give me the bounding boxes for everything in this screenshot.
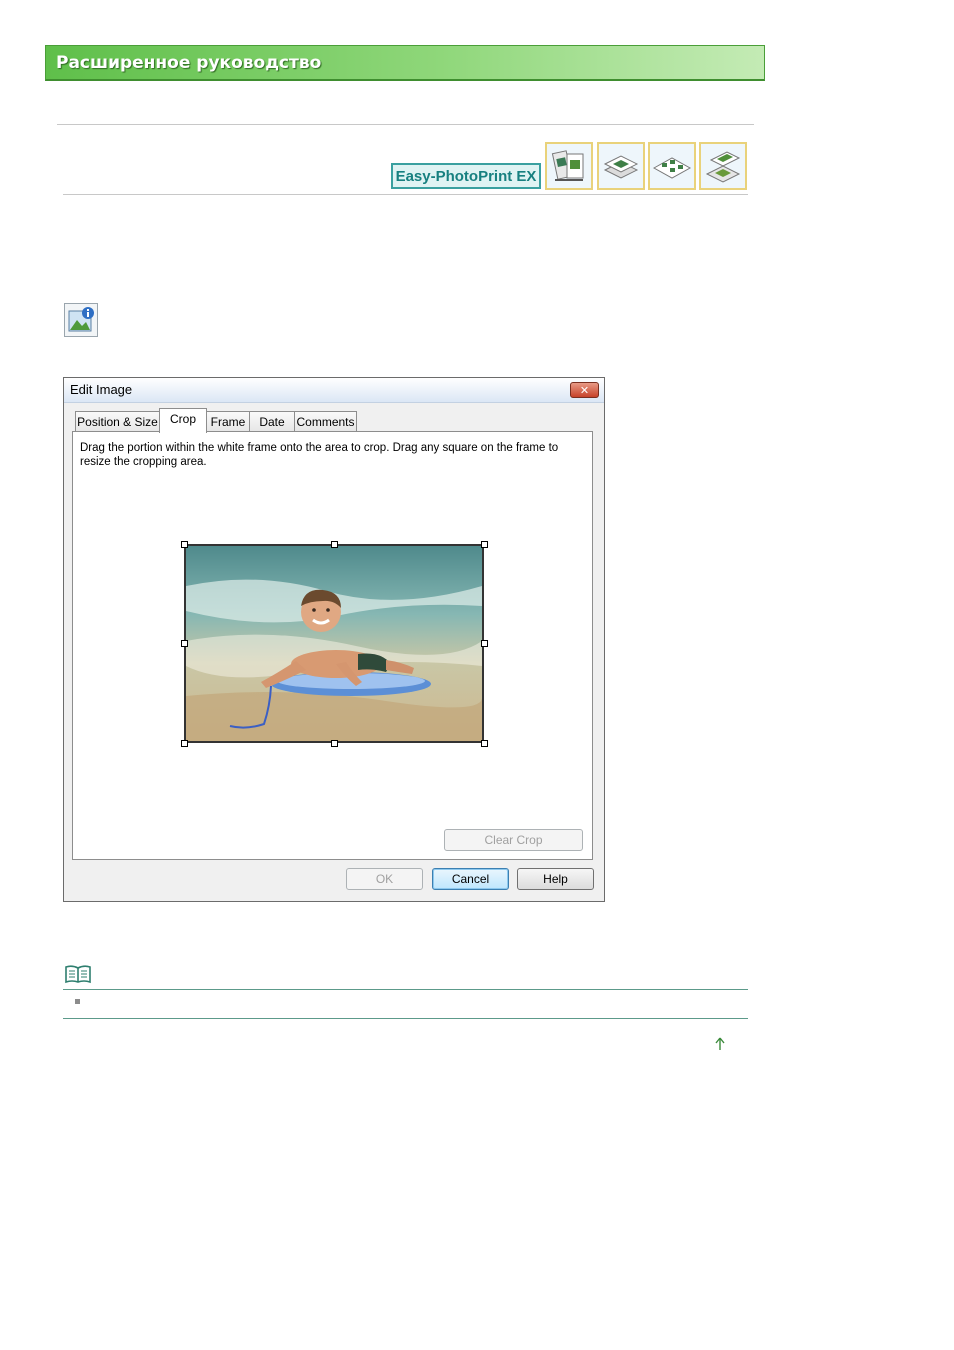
album-mode-icon[interactable] bbox=[545, 142, 593, 190]
help-button[interactable]: Help bbox=[517, 868, 594, 890]
crop-handle-top-left[interactable] bbox=[181, 541, 188, 548]
crop-handle-bottom-right[interactable] bbox=[481, 740, 488, 747]
crop-handle-bottom[interactable] bbox=[331, 740, 338, 747]
arrow-up-icon bbox=[715, 1037, 725, 1050]
crop-panel: Drag the portion within the white frame … bbox=[72, 431, 593, 860]
cancel-button[interactable]: Cancel bbox=[432, 868, 509, 890]
dialog-title: Edit Image bbox=[70, 382, 133, 397]
note-icon bbox=[64, 964, 92, 984]
dialog-titlebar[interactable]: Edit Image ✕ bbox=[64, 378, 604, 403]
top-divider bbox=[57, 124, 754, 125]
crop-handle-top[interactable] bbox=[331, 541, 338, 548]
clear-crop-button[interactable]: Clear Crop bbox=[444, 829, 583, 851]
crop-handle-bottom-left[interactable] bbox=[181, 740, 188, 747]
page-title: Расширенное руководство bbox=[56, 53, 322, 73]
edit-image-dialog: Edit Image ✕ Position & Size Crop Frame … bbox=[63, 377, 605, 902]
crop-handle-top-right[interactable] bbox=[481, 541, 488, 548]
layout-print-mode-icon[interactable] bbox=[648, 142, 696, 190]
note-bullet bbox=[75, 999, 80, 1004]
close-icon: ✕ bbox=[579, 383, 590, 397]
note-divider-top bbox=[63, 989, 748, 990]
crop-handle-left[interactable] bbox=[181, 640, 188, 647]
title-divider bbox=[63, 194, 748, 195]
crop-instructions: Drag the portion within the white frame … bbox=[80, 442, 559, 468]
close-button[interactable]: ✕ bbox=[570, 382, 599, 398]
crop-handle-right[interactable] bbox=[481, 640, 488, 647]
tab-crop[interactable]: Crop bbox=[159, 408, 207, 433]
product-logo: Easy-PhotoPrint EX bbox=[391, 163, 541, 189]
photo-print-mode-icon[interactable] bbox=[699, 142, 747, 190]
calendar-mode-icon[interactable] bbox=[597, 142, 645, 190]
note-divider-bottom bbox=[63, 1018, 748, 1019]
tab-position-size[interactable]: Position & Size bbox=[75, 411, 160, 432]
header-banner: Расширенное руководство bbox=[45, 45, 765, 81]
tab-comments[interactable]: Comments bbox=[294, 411, 357, 432]
beach-photo bbox=[186, 546, 482, 741]
ok-button[interactable]: OK bbox=[346, 868, 423, 890]
image-info-icon bbox=[64, 303, 98, 337]
back-to-top-link[interactable] bbox=[713, 1036, 727, 1052]
tab-date[interactable]: Date bbox=[249, 411, 295, 432]
crop-image-area[interactable] bbox=[184, 544, 484, 743]
tab-frame[interactable]: Frame bbox=[206, 411, 250, 432]
